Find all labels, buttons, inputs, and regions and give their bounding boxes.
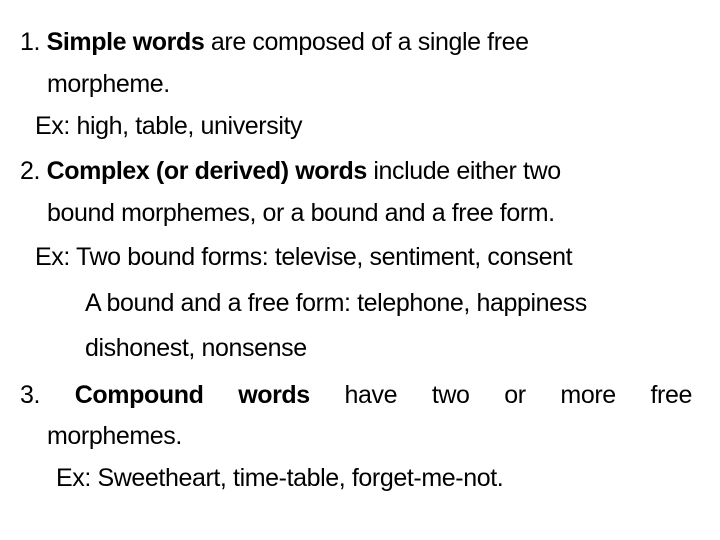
item-3-definition-word: or (504, 381, 526, 409)
item-2-term: Complex (or derived) words (46, 157, 368, 185)
item-2-definition: include either two (366, 157, 561, 185)
item-2-example-2-continued: dishonest, nonsense (85, 334, 307, 362)
item-2-number: 2. (20, 157, 41, 185)
item-3-definition-word: free (650, 381, 692, 409)
item-3-term-word: Compound (74, 381, 204, 409)
item-3-definition-word: two (431, 381, 470, 409)
item-3-definition-word: have (344, 381, 398, 409)
slide: 1. Simple words are composed of a single… (0, 0, 720, 540)
item-1-line: 1. Simple words are composed of a single… (20, 27, 529, 57)
item-2-example: Ex: Two bound forms: televise, sentiment… (35, 243, 573, 271)
item-3-definition-word: more (560, 381, 616, 409)
item-1-definition: are composed of a single free (204, 28, 529, 56)
item-1-example: Ex: high, table, university (35, 112, 303, 140)
item-3-definition-continued: morphemes. (47, 422, 182, 450)
item-3-example: Ex: Sweetheart, time-table, forget-me-no… (56, 464, 504, 492)
item-2-example-2: A bound and a free form: telephone, happ… (85, 289, 587, 317)
item-2-definition-continued: bound morphemes, or a bound and a free f… (47, 199, 555, 227)
item-1-definition-continued: morpheme. (47, 70, 170, 98)
item-1-term: Simple words (46, 28, 205, 56)
item-3-number: 3. (20, 381, 41, 409)
item-3-line: 3. Compound words have two or more free (20, 380, 692, 410)
item-2-line: 2. Complex (or derived) words include ei… (20, 156, 561, 186)
item-1-number: 1. (20, 28, 41, 56)
item-3-term-word: words (238, 381, 310, 409)
